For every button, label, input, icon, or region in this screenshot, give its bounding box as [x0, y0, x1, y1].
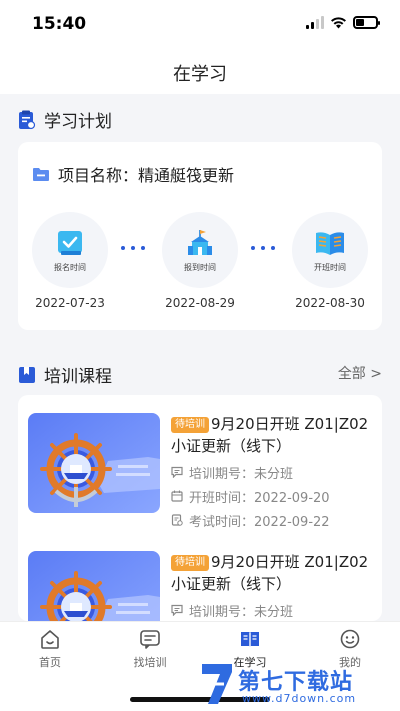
folder-icon	[33, 167, 49, 181]
watermark: 第七下载站 www.d7down.com	[198, 660, 394, 708]
step-date: 2022-07-23	[35, 296, 105, 310]
message-icon	[140, 630, 160, 649]
bookmark-icon	[19, 366, 35, 383]
tab-find-training[interactable]: 找培训	[100, 628, 200, 670]
page-title: 在学习	[173, 64, 227, 85]
status-time: 15:40	[32, 14, 87, 34]
home-icon	[41, 630, 59, 649]
status-icons	[306, 16, 380, 29]
course-exam-date: 考试时间：2022-09-22	[171, 511, 378, 530]
course-info: 待培训 9月20日开班 Z01|Z02小证更新（线下） 培训期号：未分班 开班时间…	[171, 413, 378, 530]
book-icon	[241, 632, 259, 647]
exam-doc-icon	[171, 514, 183, 526]
study-plan-header: 学习计划	[18, 107, 112, 132]
course-start-date: 开班时间：2022-09-20	[171, 487, 378, 506]
project-name: 项目名称：精通艇筏更新	[58, 166, 235, 185]
course-title: 待培训 9月20日开班 Z01|Z02小证更新（线下）	[171, 415, 369, 455]
step-registration: 报名时间	[32, 212, 108, 288]
step-checkin: 报到时间	[162, 212, 238, 288]
tab-label: 首页	[39, 656, 61, 669]
study-plan-title: 学习计划	[44, 112, 112, 132]
building-flag-icon	[188, 229, 212, 255]
ship-helm-illustration	[28, 551, 160, 621]
step-date: 2022-08-29	[165, 296, 235, 310]
ship-helm-illustration	[28, 413, 160, 513]
step-class-start: 开班时间	[292, 212, 368, 288]
step-date: 2022-08-30	[295, 296, 365, 310]
project-row: 项目名称：精通艇筏更新	[32, 162, 234, 186]
course-period: 培训期号：未分班	[171, 601, 378, 620]
course-thumbnail	[28, 413, 160, 513]
tab-label: 找培训	[133, 656, 167, 669]
tab-home[interactable]: 首页	[0, 628, 100, 670]
step-connector	[121, 246, 145, 250]
step-connector	[251, 246, 275, 250]
view-all-link[interactable]: 全部 >	[338, 363, 382, 383]
chat-icon	[171, 466, 183, 478]
step-label: 开班时间	[314, 262, 346, 272]
step-label: 报到时间	[184, 262, 216, 272]
status-badge: 待培训	[171, 555, 209, 571]
nav-bar: 在学习	[0, 50, 400, 94]
watermark-url: www.d7down.com	[242, 692, 357, 705]
battery-icon	[353, 16, 380, 29]
course-period: 培训期号：未分班	[171, 463, 378, 482]
profile-icon	[340, 629, 360, 649]
course-thumbnail	[28, 551, 160, 621]
chat-icon	[171, 604, 183, 616]
courses-title: 培训课程	[44, 367, 112, 387]
document-check-icon	[58, 230, 82, 255]
course-title: 待培训 9月20日开班 Z01|Z02小证更新（线下）	[171, 553, 369, 593]
course-info: 待培训 9月20日开班 Z01|Z02小证更新（线下） 培训期号：未分班	[171, 551, 378, 620]
courses-header: 培训课程	[18, 362, 112, 387]
wifi-icon	[331, 17, 346, 29]
status-bar: 15:40	[0, 0, 400, 50]
clipboard-icon	[19, 110, 36, 129]
signal-icon	[306, 16, 324, 29]
course-item[interactable]: 待培训 9月20日开班 Z01|Z02小证更新（线下） 培训期号：未分班 开班时间…	[28, 413, 378, 530]
calendar-icon	[171, 490, 183, 502]
open-book-icon	[316, 231, 344, 255]
step-label: 报名时间	[54, 262, 86, 272]
course-item[interactable]: 待培训 9月20日开班 Z01|Z02小证更新（线下） 培训期号：未分班	[28, 551, 378, 621]
course-list: 待培训 9月20日开班 Z01|Z02小证更新（线下） 培训期号：未分班 开班时间…	[18, 395, 382, 621]
watermark-logo	[202, 664, 232, 704]
status-badge: 待培训	[171, 417, 209, 433]
